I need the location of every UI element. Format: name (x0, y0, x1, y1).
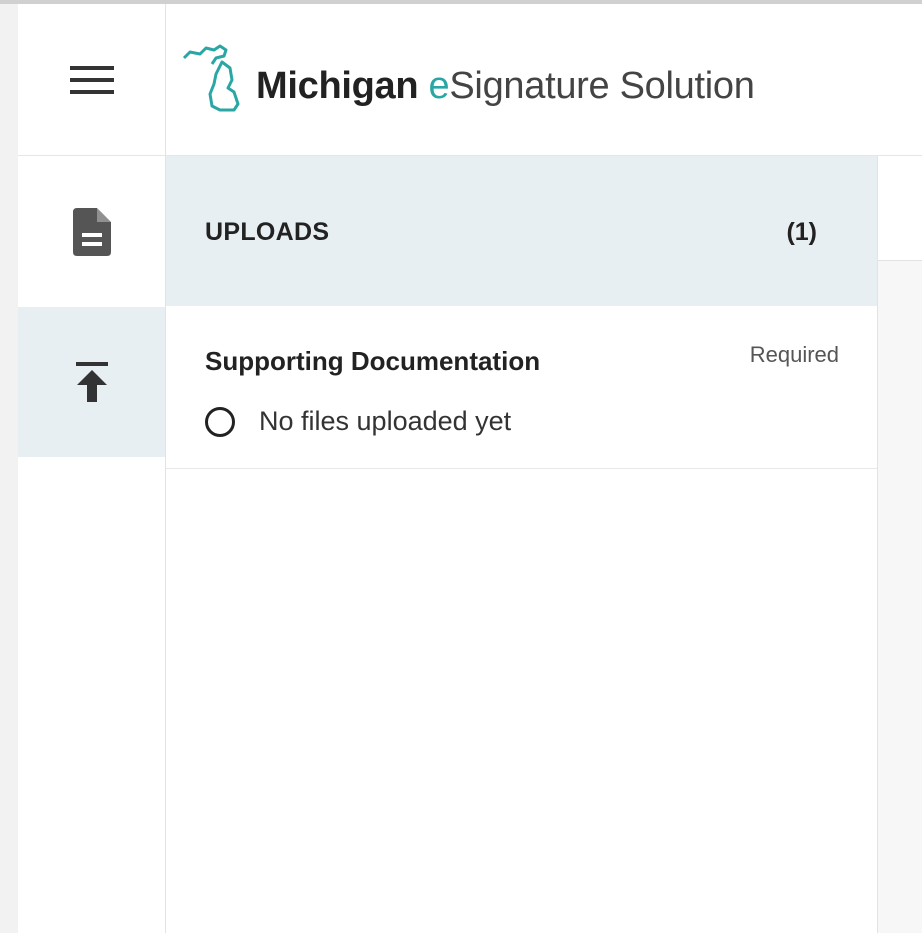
document-content-area (877, 156, 922, 933)
upload-item-supporting-documentation[interactable]: Supporting Documentation Required No fil… (166, 306, 877, 469)
logo-signature-solution-text: Signature Solution (449, 65, 755, 107)
upload-item-name: Supporting Documentation (205, 346, 541, 376)
logo-wordmark: Michigan eSignature Solution (256, 65, 755, 108)
uploads-title: UPLOADS (205, 218, 330, 246)
uploads-panel: UPLOADS (1) Supporting Documentation Req… (166, 156, 877, 933)
logo-e-text: e (428, 65, 450, 107)
document-icon (72, 207, 111, 256)
michigan-esignature-logo[interactable]: Michigan eSignature Solution (180, 34, 755, 114)
app-shell: Michigan eSignature Solution UPLOADS (1)… (18, 4, 922, 933)
icon-rail (18, 4, 166, 933)
content-toolbar (878, 156, 922, 261)
upload-icon (75, 362, 108, 402)
menu-button[interactable] (18, 4, 165, 156)
empty-circle-icon (205, 406, 235, 437)
uploads-panel-header: UPLOADS (1) (166, 156, 877, 306)
rail-item-document[interactable] (18, 156, 165, 307)
rail-item-uploads[interactable] (18, 307, 165, 457)
app-header: Michigan eSignature Solution (166, 4, 922, 156)
logo-michigan-text: Michigan (256, 65, 419, 107)
required-label: Required (749, 342, 839, 367)
upload-status: No files uploaded yet (205, 406, 511, 437)
hamburger-menu-icon (69, 65, 114, 94)
upload-status-text: No files uploaded yet (259, 406, 512, 436)
michigan-map-logo-icon (182, 44, 240, 112)
uploads-count: (1) (786, 218, 817, 246)
